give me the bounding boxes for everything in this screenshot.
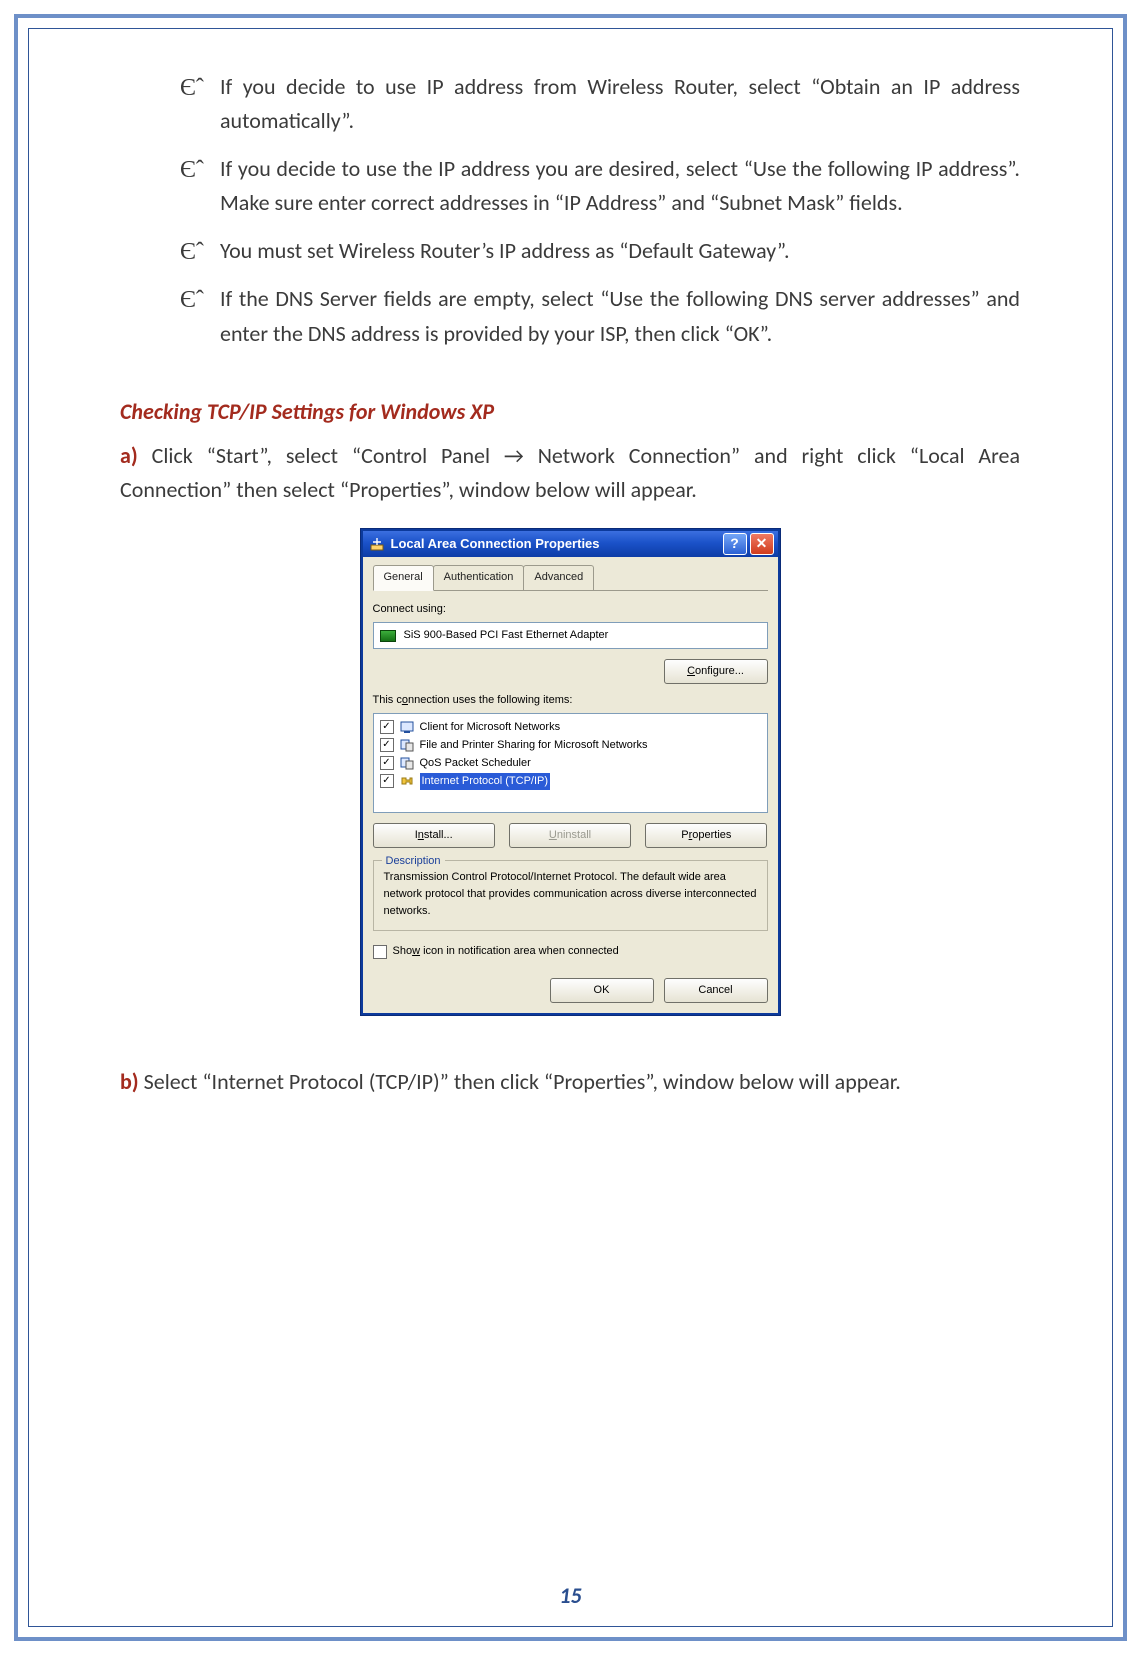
section-heading: Checking TCP/IP Settings for Windows XP [120,395,1020,429]
list-item-text: You must set Wireless Router’s IP addres… [220,237,790,264]
nic-icon [380,630,396,642]
network-icon [369,536,385,552]
bullet-mark: Єˆ [180,152,204,189]
xp-dialog-body: General Authentication Advanced Connect … [363,557,778,1014]
step-b-paragraph: b) Select “Internet Protocol (TCP/IP)” t… [120,1065,1020,1099]
components-listbox[interactable]: ✓ Client for Microsoft Networks ✓ File a… [373,713,768,813]
connect-using-label: Connect using: [373,601,768,618]
install-button[interactable]: Install... [373,823,495,848]
uninstall-button: Uninstall [509,823,631,848]
cancel-button[interactable]: Cancel [664,978,768,1003]
checkbox-icon[interactable]: ✓ [380,756,394,770]
checkbox-icon[interactable] [373,945,387,959]
adapter-field: SiS 900-Based PCI Fast Ethernet Adapter [373,622,768,649]
tab-authentication[interactable]: Authentication [433,565,525,590]
description-text: Transmission Control Protocol/Internet P… [384,869,757,920]
step-a-text: Click “Start”, select “Control Panel → N… [120,442,1020,503]
configure-button[interactable]: Configure... [664,659,768,684]
checkbox-icon[interactable]: ✓ [380,774,394,788]
list-item-text: If the DNS Server fields are empty, sele… [220,285,1020,346]
list-item: Єˆ You must set Wireless Router’s IP add… [120,234,1020,268]
list-item[interactable]: ✓ Client for Microsoft Networks [380,718,761,736]
step-a-label: a) [120,442,152,469]
tab-advanced[interactable]: Advanced [523,565,594,590]
properties-button[interactable]: Properties [645,823,767,848]
page-content: Єˆ If you decide to use IP address from … [120,70,1020,1100]
tab-general[interactable]: General [373,565,434,591]
service-icon [400,756,414,770]
show-icon-row[interactable]: Show icon in notification area when conn… [373,943,768,960]
xp-properties-dialog: Local Area Connection Properties ? ✕ Gen… [361,529,780,1016]
description-group: Description Transmission Control Protoco… [373,860,768,931]
show-icon-label: Show icon in notification area when conn… [393,943,619,960]
xp-window-title: Local Area Connection Properties [391,534,600,554]
bullet-mark: Єˆ [180,282,204,319]
list-item: Єˆ If you decide to use IP address from … [120,70,1020,138]
list-item[interactable]: ✓ File and Printer Sharing for Microsoft… [380,736,761,754]
xp-close-button[interactable]: ✕ [750,533,774,555]
description-legend: Description [382,853,445,870]
items-label: This connection uses the following items… [373,692,768,709]
list-item[interactable]: ✓ QoS Packet Scheduler [380,754,761,772]
step-a-paragraph: a) Click “Start”, select “Control Panel … [120,439,1020,507]
checkbox-icon[interactable]: ✓ [380,738,394,752]
bullet-mark: Єˆ [180,234,204,271]
bullet-list: Єˆ If you decide to use IP address from … [120,70,1020,351]
adapter-name: SiS 900-Based PCI Fast Ethernet Adapter [404,627,609,644]
list-item-label: File and Printer Sharing for Microsoft N… [420,737,648,754]
xp-help-button[interactable]: ? [723,533,747,555]
step-b-text: Select “Internet Protocol (TCP/IP)” then… [144,1068,901,1095]
step-b-label: b) [120,1068,144,1095]
list-item-label: QoS Packet Scheduler [420,755,531,772]
page-number: 15 [0,1582,1141,1609]
xp-tab-strip: General Authentication Advanced [373,565,768,591]
client-icon [400,720,414,734]
list-item-label: Client for Microsoft Networks [420,719,561,736]
protocol-icon [400,774,414,788]
checkbox-icon[interactable]: ✓ [380,720,394,734]
list-item: Єˆ If the DNS Server fields are empty, s… [120,282,1020,350]
bullet-mark: Єˆ [180,70,204,107]
list-item-text: If you decide to use the IP address you … [220,155,1020,216]
service-icon [400,738,414,752]
list-item: Єˆ If you decide to use the IP address y… [120,152,1020,220]
ok-button[interactable]: OK [550,978,654,1003]
list-item-text: If you decide to use IP address from Wir… [220,73,1020,134]
list-item-selected[interactable]: ✓ Internet Protocol (TCP/IP) [380,772,761,790]
list-item-label: Internet Protocol (TCP/IP) [420,773,551,790]
xp-titlebar[interactable]: Local Area Connection Properties ? ✕ [363,531,778,557]
